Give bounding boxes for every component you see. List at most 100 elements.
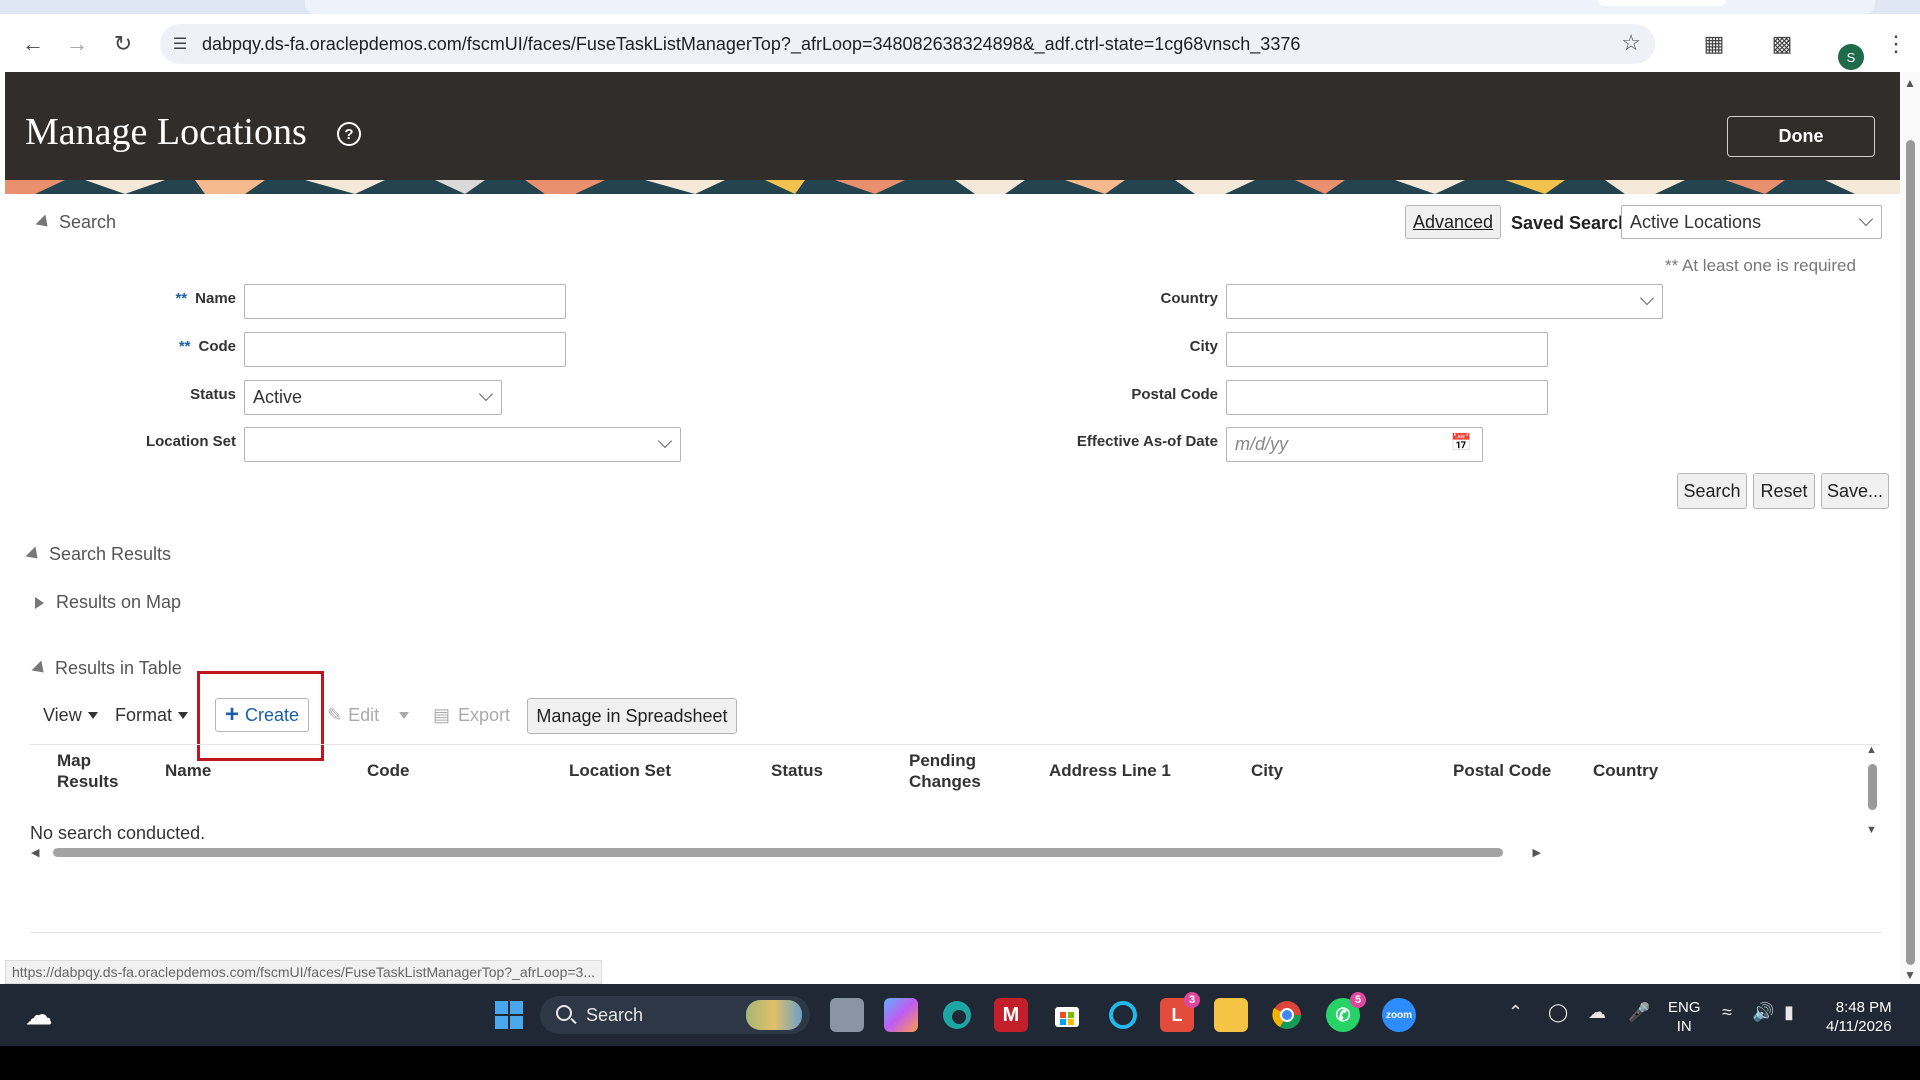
saved-search-select[interactable]: Active Locations <box>1621 205 1882 239</box>
table-horizontal-scrollbar[interactable]: ◀ ▶ <box>31 846 1541 860</box>
notification-badge: 5 <box>1350 992 1366 1008</box>
page-vertical-scrollbar[interactable]: ▲ ▼ <box>1900 72 1920 984</box>
scroll-up-icon[interactable]: ▲ <box>1904 76 1916 90</box>
export-button[interactable]: ▤ Export <box>433 705 510 726</box>
chrome-icon[interactable] <box>1270 998 1304 1032</box>
page-scroll-thumb[interactable] <box>1906 140 1915 965</box>
cast-icon[interactable]: ▩ <box>1766 28 1798 60</box>
extensions-icon[interactable]: ▦ <box>1698 28 1730 60</box>
format-menu[interactable]: Format <box>115 705 189 726</box>
results-on-map-header[interactable]: Results on Map <box>35 592 181 613</box>
column-header-city[interactable]: City <box>1251 760 1283 781</box>
collapse-triangle-icon[interactable] <box>35 214 53 231</box>
help-icon[interactable]: ? <box>337 122 361 146</box>
table-hscroll-thumb[interactable] <box>53 848 1503 857</box>
store-icon[interactable] <box>1050 998 1084 1032</box>
column-header-location-set[interactable]: Location Set <box>569 760 671 781</box>
url-text[interactable]: dabpqy.ds-fa.oraclepdemos.com/fscmUI/fac… <box>202 34 1300 55</box>
task-view-icon[interactable] <box>830 998 864 1032</box>
caret-down-icon <box>399 712 410 719</box>
scroll-right-icon[interactable]: ▶ <box>1533 846 1541 859</box>
scroll-down-icon[interactable]: ▼ <box>1904 968 1916 982</box>
battery-icon[interactable]: ▮ <box>1784 1002 1794 1023</box>
whatsapp-icon[interactable]: ✆ 5 <box>1326 992 1366 1032</box>
browser-toolbar: ← → ↻ ☰ dabpqy.ds-fa.oraclepdemos.com/fs… <box>0 14 1920 72</box>
column-header-code[interactable]: Code <box>367 760 410 781</box>
camera-privacy-icon[interactable]: ◯ <box>1548 1002 1568 1023</box>
volume-icon[interactable]: 🔊 <box>1752 1002 1774 1023</box>
cortana-icon[interactable] <box>1106 998 1140 1032</box>
calendar-icon[interactable]: 📅 <box>1451 433 1472 453</box>
show-hidden-icons-chevron-icon[interactable]: ⌃ <box>1508 1002 1523 1023</box>
language-code: ENG <box>1668 999 1701 1016</box>
results-in-table-header[interactable]: Results in Table <box>31 658 182 679</box>
city-input[interactable] <box>1226 332 1548 367</box>
weather-icon[interactable]: ☁ <box>22 998 56 1032</box>
done-button[interactable]: Done <box>1727 116 1875 157</box>
profile-avatar[interactable]: S <box>1838 44 1864 70</box>
export-button-label: Export <box>458 705 511 725</box>
search-section-header[interactable]: Search <box>35 212 116 233</box>
reset-button[interactable]: Reset <box>1753 473 1815 509</box>
collapse-triangle-icon[interactable] <box>25 546 43 563</box>
table-divider <box>30 744 1880 745</box>
search-button[interactable]: Search <box>1677 473 1747 509</box>
file-explorer-icon[interactable] <box>1214 998 1248 1032</box>
table-vertical-scrollbar[interactable]: ▲ ▼ <box>1862 744 1882 844</box>
bookmark-star-icon[interactable]: ☆ <box>1621 30 1641 56</box>
back-icon[interactable]: ← <box>17 28 49 60</box>
pencil-icon: ✎ <box>327 705 343 725</box>
language-indicator[interactable]: ENG IN <box>1668 998 1701 1036</box>
status-select[interactable]: Active <box>244 380 502 415</box>
column-header-address-line-1[interactable]: Address Line 1 <box>1049 760 1171 781</box>
location-set-select[interactable] <box>244 427 681 462</box>
manage-in-spreadsheet-button[interactable]: Manage in Spreadsheet <box>527 698 737 734</box>
scroll-up-icon[interactable]: ▲ <box>1866 744 1877 756</box>
search-icon <box>556 1005 572 1021</box>
create-button[interactable]: + Create <box>215 698 309 732</box>
menu-kebab-icon[interactable]: ⋮ <box>1880 28 1912 60</box>
column-header-map-results[interactable]: Map Results <box>57 750 137 792</box>
postal-code-input[interactable] <box>1226 380 1548 415</box>
notification-badge: 3 <box>1184 992 1200 1008</box>
wifi-icon[interactable]: ≈ <box>1722 1002 1732 1023</box>
zoom-icon[interactable]: zoom <box>1382 998 1416 1032</box>
view-menu[interactable]: View <box>43 705 98 726</box>
country-select[interactable] <box>1226 284 1663 319</box>
reload-icon[interactable]: ↻ <box>107 28 139 60</box>
site-settings-icon[interactable]: ☰ <box>168 32 192 56</box>
forward-icon[interactable]: → <box>61 28 93 60</box>
microphone-icon[interactable]: 🎤 <box>1628 1002 1650 1023</box>
scroll-left-icon[interactable]: ◀ <box>31 846 39 859</box>
name-input[interactable] <box>244 284 566 319</box>
clock[interactable]: 8:48 PM 4/11/2026 <box>1826 998 1892 1036</box>
effective-date-input[interactable]: m/d/yy 📅 <box>1226 427 1483 462</box>
table-scroll-thumb[interactable] <box>1868 764 1877 810</box>
advanced-button[interactable]: Advanced <box>1405 205 1501 239</box>
results-on-map-label: Results on Map <box>56 592 182 612</box>
search-results-header[interactable]: Search Results <box>25 544 171 565</box>
onedrive-icon[interactable]: ☁ <box>1588 1002 1606 1023</box>
effective-date-placeholder: m/d/yy <box>1235 434 1289 454</box>
copilot-icon[interactable] <box>884 998 918 1032</box>
search-highlight-icon <box>746 1000 802 1030</box>
country-label: Country <box>1160 290 1219 307</box>
expand-triangle-icon[interactable] <box>35 596 44 609</box>
windows-start-icon[interactable] <box>492 998 526 1032</box>
edge-icon[interactable] <box>940 998 974 1032</box>
code-input[interactable] <box>244 332 566 367</box>
save-search-button[interactable]: Save... <box>1821 473 1889 509</box>
column-header-pending-changes[interactable]: Pending Changes <box>909 750 999 792</box>
taskbar-search[interactable]: Search <box>540 996 810 1034</box>
chevron-down-icon <box>478 386 494 402</box>
column-header-name[interactable]: Name <box>165 760 211 781</box>
edit-button[interactable]: ✎ Edit <box>327 705 410 726</box>
scroll-down-icon[interactable]: ▼ <box>1866 824 1877 836</box>
collapse-triangle-icon[interactable] <box>31 660 49 677</box>
column-header-postal-code[interactable]: Postal Code <box>1453 760 1551 781</box>
mcafee-icon[interactable]: M <box>994 998 1028 1032</box>
column-header-status[interactable]: Status <box>771 760 823 781</box>
column-header-country[interactable]: Country <box>1593 760 1658 781</box>
lenovo-app-icon[interactable]: L3 <box>1160 992 1200 1032</box>
address-bar[interactable]: ☰ dabpqy.ds-fa.oraclepdemos.com/fscmUI/f… <box>160 24 1655 64</box>
